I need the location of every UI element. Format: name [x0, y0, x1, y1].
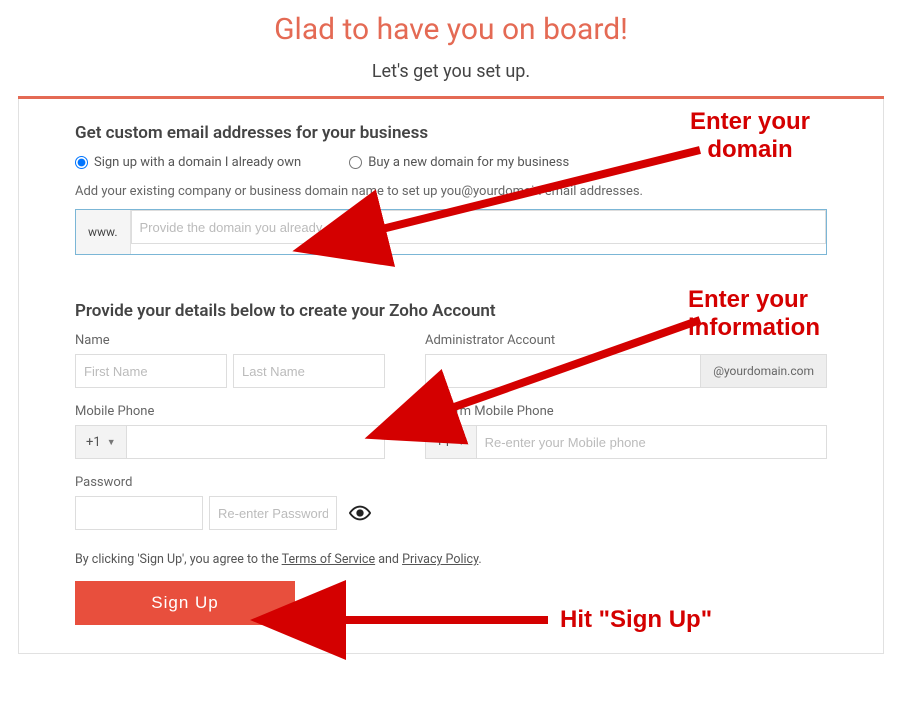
name-label: Name: [75, 333, 385, 348]
agree-text: By clicking 'Sign Up', you agree to the …: [75, 552, 827, 567]
chevron-down-icon: ▼: [457, 437, 466, 448]
mobile-dial-select[interactable]: +1 ▼: [75, 425, 127, 459]
radio-buy-domain-input[interactable]: [349, 156, 362, 169]
privacy-link[interactable]: Privacy Policy: [402, 552, 478, 567]
chevron-down-icon: ▼: [107, 437, 116, 448]
radio-own-domain-label: Sign up with a domain I already own: [94, 155, 301, 170]
admin-account-label: Administrator Account: [425, 333, 827, 348]
eye-icon[interactable]: [343, 496, 377, 530]
radio-buy-domain[interactable]: Buy a new domain for my business: [349, 155, 569, 170]
page-title: Glad to have you on board!: [0, 12, 902, 47]
first-name-input[interactable]: [75, 354, 227, 388]
admin-account-input[interactable]: [425, 354, 701, 388]
confirm-mobile-dial-select[interactable]: +1 ▼: [425, 425, 477, 459]
tos-link[interactable]: Terms of Service: [282, 552, 375, 567]
section-domain-title: Get custom email addresses for your busi…: [75, 123, 827, 143]
section-account-title: Provide your details below to create you…: [75, 301, 827, 321]
password-label: Password: [75, 475, 385, 490]
radio-own-domain[interactable]: Sign up with a domain I already own: [75, 155, 301, 170]
page-subtitle: Let's get you set up.: [0, 61, 902, 82]
domain-input[interactable]: [131, 210, 827, 244]
confirm-mobile-input[interactable]: [477, 425, 827, 459]
mobile-dial-value: +1: [86, 435, 101, 450]
confirm-mobile-dial-value: +1: [436, 435, 451, 450]
mobile-label: Mobile Phone: [75, 404, 385, 419]
password-input[interactable]: [75, 496, 203, 530]
confirm-password-input[interactable]: [209, 496, 337, 530]
last-name-input[interactable]: [233, 354, 385, 388]
mobile-input[interactable]: [127, 425, 385, 459]
domain-prefix: www.: [76, 210, 131, 254]
admin-account-suffix: @yourdomain.com: [701, 354, 827, 388]
signup-card: Get custom email addresses for your busi…: [18, 99, 884, 654]
domain-helper-text: Add your existing company or business do…: [75, 184, 827, 199]
radio-buy-domain-label: Buy a new domain for my business: [368, 155, 569, 170]
domain-input-group: www.: [75, 209, 827, 255]
radio-own-domain-input[interactable]: [75, 156, 88, 169]
confirm-mobile-label: Confirm Mobile Phone: [425, 404, 827, 419]
sign-up-button[interactable]: Sign Up: [75, 581, 295, 625]
